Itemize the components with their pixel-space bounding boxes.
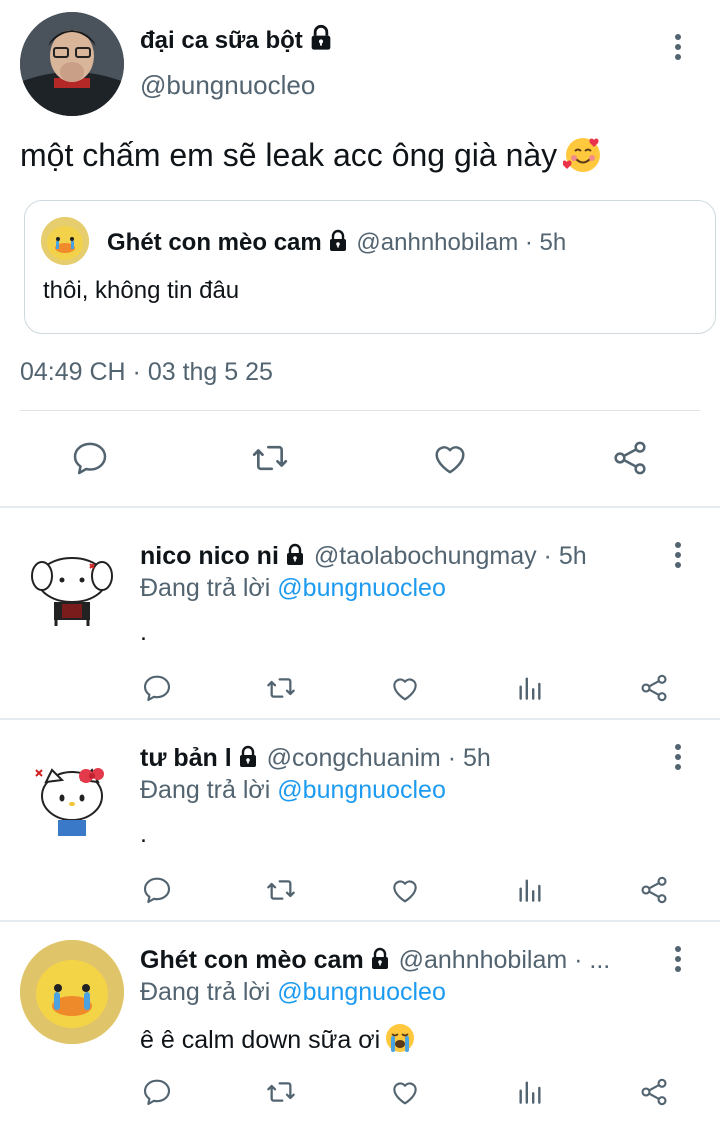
share-icon[interactable] [638,672,670,704]
heart-icon[interactable] [389,874,421,906]
reply-actions [0,1076,720,1116]
heart-icon[interactable] [430,438,470,478]
reply-author-name[interactable]: Ghét con mèo cam [140,946,364,974]
views-icon[interactable] [514,672,546,704]
reply-author-avatar[interactable] [20,746,124,850]
quoted-tweet-text: thôi, không tin đâu [43,277,240,304]
tweet-actions [0,430,720,486]
reply-icon[interactable] [141,874,173,906]
author-handle[interactable]: @bungnuocleo [140,70,315,101]
reply-icon[interactable] [141,672,173,704]
author-name-text: đại ca sữa bột [140,27,303,54]
quoted-author-meta: @anhnhobilam · 5h [356,229,567,256]
replying-to: Đang trả lời @bungnuocleo [140,978,446,1007]
reply-author-line: tư bản l @congchuanim · 5h [140,744,491,773]
retweet-icon[interactable] [265,672,297,704]
more-options-icon[interactable] [672,540,684,570]
quoted-tweet[interactable]: Ghét con mèo cam @anhnhobilam · 5h thôi,… [24,200,716,334]
replying-to: Đang trả lời @bungnuocleo [140,776,446,805]
share-icon[interactable] [638,1076,670,1108]
retweet-icon[interactable] [265,1076,297,1108]
replying-to-prefix: Đang trả lời [140,574,278,602]
reply-author-avatar[interactable] [20,534,124,638]
reply-author-line: nico nico ni @taolabochungmay · 5h [140,542,587,571]
replying-to-prefix: Đang trả lời [140,776,278,804]
reply-author-avatar[interactable] [20,940,124,1044]
replying-to-mention[interactable]: @bungnuocleo [277,776,446,804]
share-icon[interactable] [610,438,650,478]
share-icon[interactable] [638,874,670,906]
smiling-face-with-hearts-icon [562,134,603,174]
retweet-icon[interactable] [265,874,297,906]
reply-tweet[interactable]: tư bản l @congchuanim · 5h Đang trả lời … [0,720,720,920]
lock-icon [326,229,350,253]
reply-text: . [140,618,147,646]
replying-to: Đang trả lời @bungnuocleo [140,574,446,603]
tweet-text: một chấm em sẽ leak acc ông già này [20,134,603,174]
reply-actions [0,672,720,712]
reply-icon[interactable] [70,438,110,478]
quoted-author-name: Ghét con mèo cam [107,229,322,256]
lock-icon [307,24,335,52]
loudly-crying-face-icon [384,1022,416,1054]
reply-icon[interactable] [141,1076,173,1108]
replying-to-prefix: Đang trả lời [140,978,278,1006]
reply-text: . [140,820,147,848]
retweet-icon[interactable] [250,438,290,478]
more-options-icon[interactable] [672,32,684,62]
author-avatar[interactable] [20,12,124,116]
lock-icon [368,947,392,971]
tweet-timestamp[interactable]: 04:49 CH · 03 thg 5 25 [20,358,273,387]
reply-text-content: ê ê calm down sữa ơi [140,1026,381,1054]
main-tweet: đại ca sữa bột @bungnuocleo một chấm em … [0,0,720,506]
reply-author-name[interactable]: nico nico ni [140,542,279,570]
divider [20,410,700,411]
heart-icon[interactable] [389,1076,421,1108]
more-options-icon[interactable] [672,944,684,974]
reply-author-meta: @taolabochungmay · 5h [313,542,587,570]
quoted-author-avatar [41,217,89,265]
tweet-text-content: một chấm em sẽ leak acc ông già này [20,137,558,173]
replying-to-mention[interactable]: @bungnuocleo [277,978,446,1006]
reply-text: ê ê calm down sữa ơi [140,1022,416,1055]
quoted-author-line: Ghét con mèo cam @anhnhobilam · 5h [107,229,566,257]
reply-tweet[interactable]: nico nico ni @taolabochungmay · 5h Đang … [0,508,720,708]
lock-icon [236,745,260,769]
reply-author-meta: @congchuanim · 5h [266,744,491,772]
views-icon[interactable] [514,1076,546,1108]
more-options-icon[interactable] [672,742,684,772]
author-name[interactable]: đại ca sữa bột [140,24,335,55]
replying-to-mention[interactable]: @bungnuocleo [277,574,446,602]
reply-author-line: Ghét con mèo cam @anhnhobilam · ... [140,946,610,975]
reply-author-meta: @anhnhobilam · ... [398,946,611,974]
reply-author-name[interactable]: tư bản l [140,744,232,772]
reply-tweet[interactable]: Ghét con mèo cam @anhnhobilam · ... Đang… [0,922,720,1129]
lock-icon [283,543,307,567]
views-icon[interactable] [514,874,546,906]
heart-icon[interactable] [389,672,421,704]
reply-actions [0,874,720,914]
